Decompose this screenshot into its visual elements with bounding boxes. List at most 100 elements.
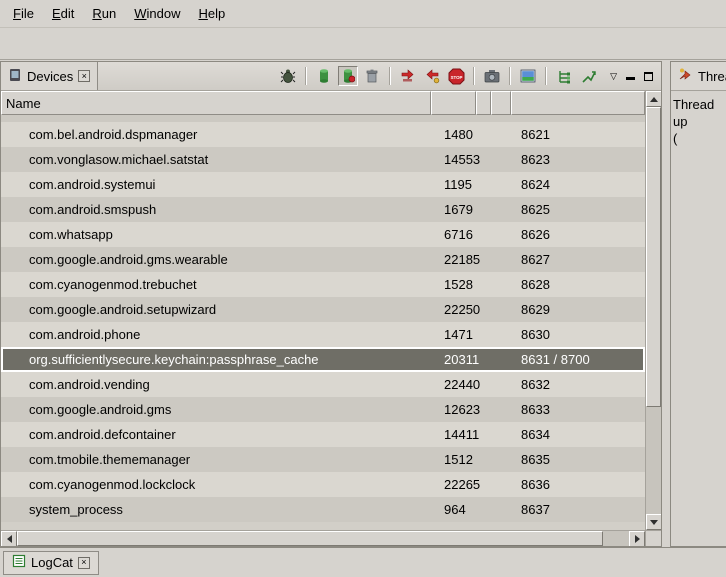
devices-view-controls: ▽: [602, 62, 661, 90]
scroll-down-button[interactable]: [646, 514, 661, 530]
menu-help[interactable]: Help: [189, 3, 234, 24]
maximize-icon[interactable]: [644, 72, 653, 81]
right-arrow-icon: [635, 535, 640, 543]
tab-devices-label: Devices: [27, 69, 73, 84]
table-row[interactable]: com.cyanogenmod.trebuchet 1528 8628: [1, 272, 645, 297]
screen-capture-icon[interactable]: [482, 66, 502, 86]
table-row[interactable]: com.android.defcontainer 14411 8634: [1, 422, 645, 447]
table-header: Name: [1, 91, 645, 115]
tab-logcat[interactable]: LogCat ×: [3, 551, 99, 575]
row-port-cell: 8624: [511, 177, 645, 192]
scroll-up-button[interactable]: [646, 91, 661, 107]
row-name-cell: com.cyanogenmod.trebuchet: [1, 277, 431, 292]
vertical-scrollbar[interactable]: [645, 91, 661, 530]
table-row[interactable]: com.android.smspush 1679 8625: [1, 197, 645, 222]
toolbar-separator: [473, 67, 475, 85]
row-port-cell: 8627: [511, 252, 645, 267]
table-row[interactable]: org.sufficientlysecure.keychain:passphra…: [1, 347, 645, 372]
devices-toolbar: STOP: [274, 62, 602, 90]
main-toolbar: [0, 27, 726, 60]
devices-table: Name com.bel.android.dspmanager 1480 862…: [1, 91, 661, 530]
horizontal-scroll-track[interactable]: [603, 531, 629, 546]
menu-file[interactable]: File: [4, 3, 43, 24]
hierarchy-view-icon[interactable]: [554, 66, 574, 86]
table-row[interactable]: com.google.android.setupwizard 22250 862…: [1, 297, 645, 322]
row-port-cell: 8628: [511, 277, 645, 292]
threads-message: Thread up (: [671, 91, 726, 152]
table-row[interactable]: com.android.systemui 1195 8624: [1, 172, 645, 197]
column-header-port[interactable]: [511, 91, 645, 115]
column-header-name[interactable]: Name: [1, 91, 431, 115]
row-name-cell: com.android.defcontainer: [1, 427, 431, 442]
row-port-cell: 8623: [511, 152, 645, 167]
minimize-icon[interactable]: [626, 73, 635, 80]
close-devices-tab-icon[interactable]: ×: [78, 70, 90, 82]
row-port-cell: 8633: [511, 402, 645, 417]
table-row[interactable]: com.android.vending 22440 8632: [1, 372, 645, 397]
method-profiling-icon[interactable]: [422, 66, 442, 86]
devices-panel: Devices ×: [0, 61, 662, 547]
table-row[interactable]: com.google.android.gms.wearable 22185 86…: [1, 247, 645, 272]
menu-edit[interactable]: Edit: [43, 3, 83, 24]
row-pid-cell: 20311: [431, 352, 476, 367]
toolbar-separator: [389, 67, 391, 85]
row-pid-cell: 1679: [431, 202, 476, 217]
view-menu-icon[interactable]: ▽: [610, 72, 617, 81]
vertical-scroll-thumb[interactable]: [646, 107, 661, 407]
table-row[interactable]: com.cyanogenmod.lockclock 22265 8636: [1, 472, 645, 497]
threads-message-line2: (: [673, 130, 724, 147]
row-port-cell: 8636: [511, 477, 645, 492]
table-row[interactable]: com.bel.android.dspmanager 1480 8621: [1, 122, 645, 147]
table-row[interactable]: system_process 964 8637: [1, 497, 645, 522]
table-row[interactable]: com.vonglasow.michael.satstat 14553 8623: [1, 147, 645, 172]
threads-view-header: Threads: [671, 62, 726, 91]
debug-process-icon[interactable]: [278, 66, 298, 86]
devices-view-header: Devices ×: [1, 62, 661, 91]
ddms-window: File Edit Run Window Help Devices ×: [0, 0, 726, 577]
row-name-cell: org.sufficientlysecure.keychain:passphra…: [1, 352, 431, 367]
report-icon[interactable]: [518, 66, 538, 86]
left-arrow-icon: [7, 535, 12, 543]
capture-systrace-icon[interactable]: [578, 66, 598, 86]
table-row[interactable]: com.tmobile.thememanager 1512 8635: [1, 447, 645, 472]
device-icon: [8, 68, 22, 85]
dump-hprof-icon[interactable]: [338, 66, 358, 86]
menu-window[interactable]: Window: [125, 3, 189, 24]
row-name-cell: com.whatsapp: [1, 227, 431, 242]
scroll-right-button[interactable]: [629, 531, 645, 547]
stop-process-icon[interactable]: STOP: [446, 66, 466, 86]
column-header-pid[interactable]: [431, 91, 476, 115]
tab-threads[interactable]: Threads: [671, 62, 726, 90]
column-header-blank[interactable]: [476, 91, 491, 115]
row-pid-cell: 22250: [431, 302, 476, 317]
row-name-cell: com.bel.android.dspmanager: [1, 127, 431, 142]
scroll-left-button[interactable]: [1, 531, 17, 547]
table-row[interactable]: com.whatsapp 6716 8626: [1, 222, 645, 247]
update-threads-icon[interactable]: [398, 66, 418, 86]
row-port-cell: 8626: [511, 227, 645, 242]
row-port-cell: 8621: [511, 127, 645, 142]
row-pid-cell: 12623: [431, 402, 476, 417]
row-pid-cell: 964: [431, 502, 476, 517]
row-pid-cell: 22440: [431, 377, 476, 392]
table-row[interactable]: com.android.phone 1471 8630: [1, 322, 645, 347]
row-port-cell: 8634: [511, 427, 645, 442]
close-logcat-tab-icon[interactable]: ×: [78, 557, 90, 569]
row-port-cell: 8632: [511, 377, 645, 392]
panel-sash[interactable]: [662, 61, 670, 547]
menu-run[interactable]: Run: [83, 3, 125, 24]
horizontal-scroll-thumb[interactable]: [17, 531, 603, 546]
threads-panel: Threads Thread up (: [670, 61, 726, 547]
cause-gc-icon[interactable]: [362, 66, 382, 86]
row-pid-cell: 1471: [431, 327, 476, 342]
row-pid-cell: 6716: [431, 227, 476, 242]
update-heap-icon[interactable]: [314, 66, 334, 86]
column-header-blank[interactable]: [491, 91, 511, 115]
table-row[interactable]: com.google.android.gms 12623 8633: [1, 397, 645, 422]
row-port-cell: 8631 / 8700: [511, 352, 645, 367]
row-pid-cell: 1528: [431, 277, 476, 292]
horizontal-scrollbar[interactable]: [1, 530, 661, 546]
row-name-cell: com.cyanogenmod.lockclock: [1, 477, 431, 492]
scrollbar-corner: [645, 531, 661, 546]
tab-devices[interactable]: Devices ×: [1, 62, 98, 90]
